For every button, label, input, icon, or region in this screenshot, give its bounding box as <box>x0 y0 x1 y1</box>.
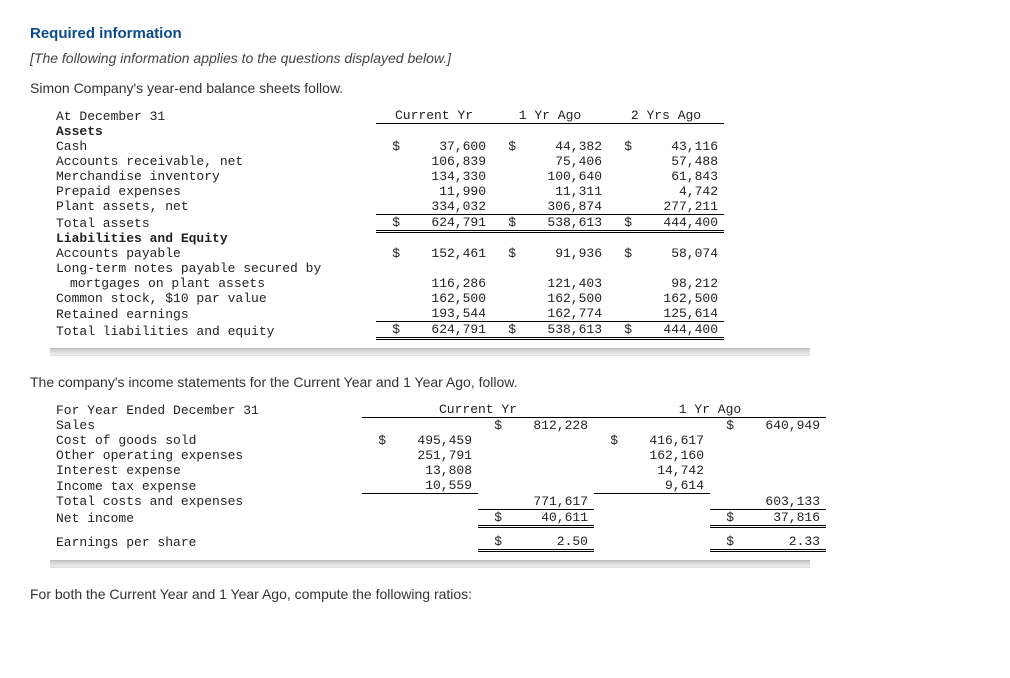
cell: 9,614 <box>618 478 710 494</box>
col-current-yr: Current Yr <box>376 108 492 124</box>
cell: 40,611 <box>502 509 594 526</box>
row-label: Total assets <box>50 214 376 231</box>
cell: 251,791 <box>386 448 478 463</box>
cell: 444,400 <box>632 322 724 339</box>
cell: 14,742 <box>618 463 710 478</box>
footer-instruction: For both the Current Year and 1 Year Ago… <box>30 586 980 602</box>
row-label: Sales <box>50 418 362 434</box>
bs-date-header: At December 31 <box>50 108 376 124</box>
cell: 538,613 <box>516 214 608 231</box>
cell: 640,949 <box>734 418 826 434</box>
cell: 334,032 <box>400 199 492 215</box>
col-1yr-ago: 1 Yr Ago <box>492 108 608 124</box>
row-label: mortgages on plant assets <box>50 276 376 291</box>
row-label: Long-term notes payable secured by <box>50 261 376 276</box>
row-label: Cost of goods sold <box>50 433 362 448</box>
col-2yrs-ago: 2 Yrs Ago <box>608 108 724 124</box>
row-label: Merchandise inventory <box>50 169 376 184</box>
liab-equity-header: Liabilities and Equity <box>50 231 376 246</box>
row-label: Accounts receivable, net <box>50 154 376 169</box>
income-intro: The company's income statements for the … <box>30 374 980 390</box>
is-col-current: Current Yr <box>362 402 594 418</box>
cell: 2.50 <box>502 534 594 551</box>
row-label: Retained earnings <box>50 306 376 322</box>
required-info-heading: Required information <box>30 25 980 42</box>
row-label: Plant assets, net <box>50 199 376 215</box>
income-statement-table: For Year Ended December 31 Current Yr 1 … <box>50 402 826 552</box>
cell: 91,936 <box>516 246 608 261</box>
cell: 106,839 <box>400 154 492 169</box>
cell: 444,400 <box>632 214 724 231</box>
cell: 162,500 <box>516 291 608 306</box>
cell: 771,617 <box>502 494 594 510</box>
cell: 495,459 <box>386 433 478 448</box>
cell: 624,791 <box>400 214 492 231</box>
is-date-header: For Year Ended December 31 <box>50 402 362 418</box>
row-label: Income tax expense <box>50 478 362 494</box>
assets-header: Assets <box>50 124 376 139</box>
row-label: Earnings per share <box>50 534 362 551</box>
cell: 43,116 <box>632 139 724 154</box>
row-label: Common stock, $10 par value <box>50 291 376 306</box>
row-label: Net income <box>50 509 362 526</box>
cell: 100,640 <box>516 169 608 184</box>
cell: 162,500 <box>400 291 492 306</box>
row-label: Accounts payable <box>50 246 376 261</box>
cell: 10,559 <box>386 478 478 494</box>
cell: 2.33 <box>734 534 826 551</box>
cell: 125,614 <box>632 306 724 322</box>
cell: 603,133 <box>734 494 826 510</box>
is-col-1yr: 1 Yr Ago <box>594 402 826 418</box>
cell: 98,212 <box>632 276 724 291</box>
cell: 61,843 <box>632 169 724 184</box>
row-label: Interest expense <box>50 463 362 478</box>
cell: 624,791 <box>400 322 492 339</box>
cell: 162,774 <box>516 306 608 322</box>
divider <box>50 348 810 356</box>
cell: 37,816 <box>734 509 826 526</box>
cell: 58,074 <box>632 246 724 261</box>
cell: 193,544 <box>400 306 492 322</box>
cell: 57,488 <box>632 154 724 169</box>
cell: 4,742 <box>632 184 724 199</box>
cell: 37,600 <box>400 139 492 154</box>
cell: 134,330 <box>400 169 492 184</box>
cell: 812,228 <box>502 418 594 434</box>
row-label: Total liabilities and equity <box>50 322 376 339</box>
row-label: Cash <box>50 139 376 154</box>
cell: 75,406 <box>516 154 608 169</box>
row-label: Other operating expenses <box>50 448 362 463</box>
cell: 538,613 <box>516 322 608 339</box>
cell: 121,403 <box>516 276 608 291</box>
divider <box>50 560 810 568</box>
cell: 11,311 <box>516 184 608 199</box>
cell: 44,382 <box>516 139 608 154</box>
row-label: Prepaid expenses <box>50 184 376 199</box>
row-label: Total costs and expenses <box>50 494 362 510</box>
cell: 116,286 <box>400 276 492 291</box>
cell: 162,500 <box>632 291 724 306</box>
cell: 152,461 <box>400 246 492 261</box>
cell: 162,160 <box>618 448 710 463</box>
cell: 277,211 <box>632 199 724 215</box>
balance-sheet-table: At December 31 Current Yr 1 Yr Ago 2 Yrs… <box>50 108 724 340</box>
cell: 306,874 <box>516 199 608 215</box>
intro-text: Simon Company's year-end balance sheets … <box>30 80 980 96</box>
context-note: [The following information applies to th… <box>30 50 980 66</box>
cell: 416,617 <box>618 433 710 448</box>
cell: 11,990 <box>400 184 492 199</box>
cell: 13,808 <box>386 463 478 478</box>
